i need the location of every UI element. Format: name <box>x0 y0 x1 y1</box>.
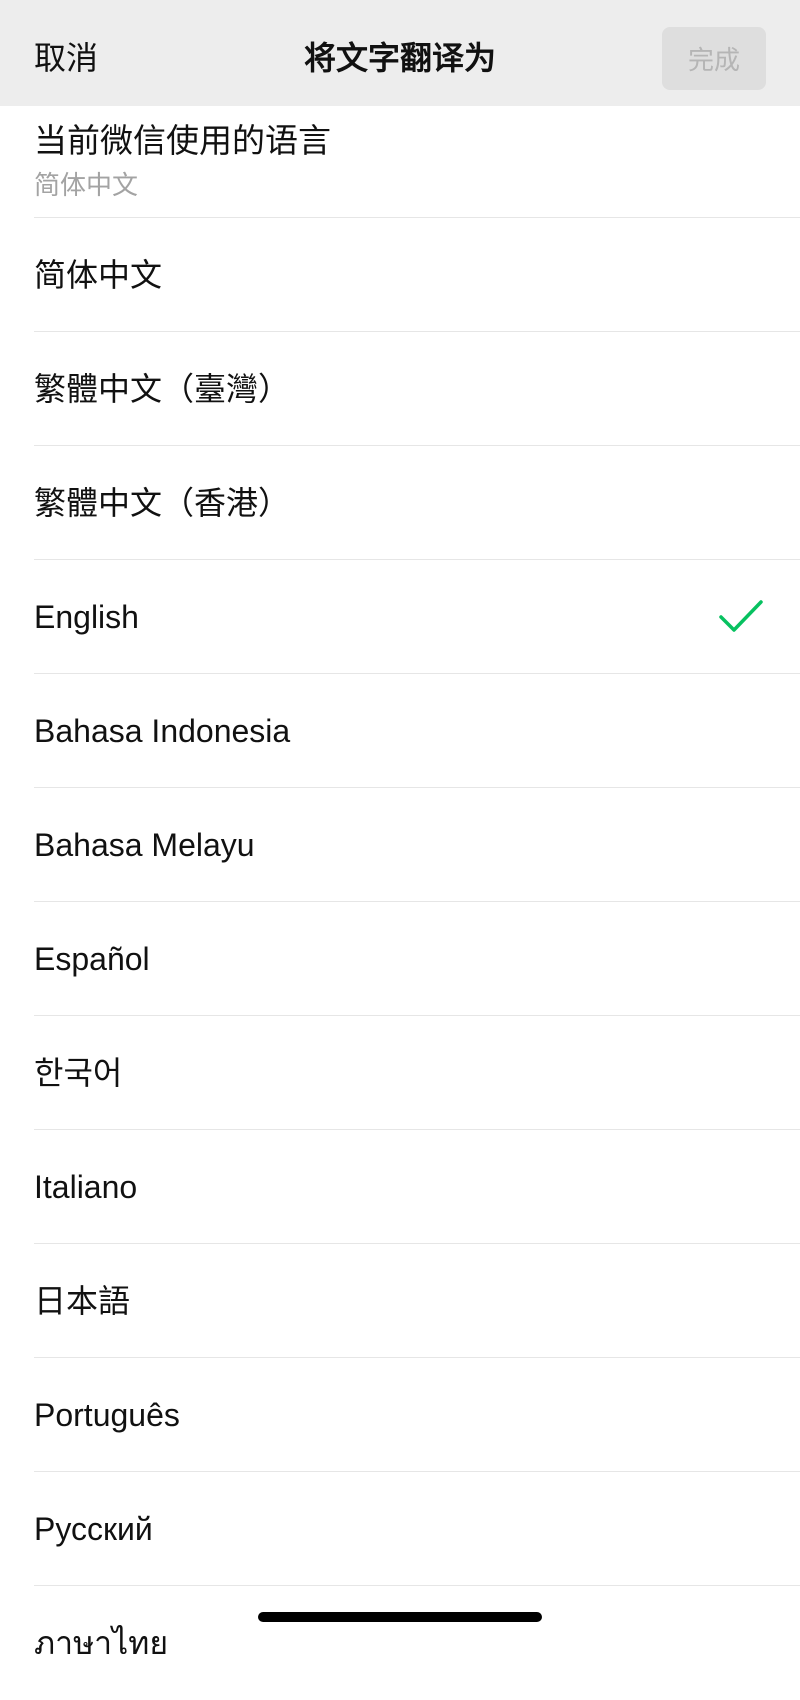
language-item-english[interactable]: English <box>0 560 800 674</box>
language-item-japanese[interactable]: 日本語 <box>0 1244 800 1358</box>
language-item-traditional-chinese-hongkong[interactable]: 繁體中文（香港） <box>0 446 800 560</box>
language-item-portuguese[interactable]: Português <box>0 1358 800 1472</box>
language-item-russian[interactable]: Русский <box>0 1472 800 1586</box>
language-label: Italiano <box>34 1169 138 1205</box>
language-label: Bahasa Indonesia <box>34 713 291 749</box>
language-label: English <box>34 599 139 635</box>
language-label: 한국어 <box>34 1055 123 1091</box>
done-button[interactable]: 完成 <box>662 27 766 90</box>
checkmark-icon <box>719 600 763 632</box>
language-item-thai[interactable]: ภาษาไทย <box>0 1586 800 1700</box>
language-item-simplified-chinese[interactable]: 简体中文 <box>0 218 800 332</box>
language-list: 简体中文 繁體中文（臺灣） 繁體中文（香港） English Bahasa In… <box>0 218 800 1700</box>
language-item-indonesian[interactable]: Bahasa Indonesia <box>0 674 800 788</box>
language-label: 日本語 <box>34 1283 131 1319</box>
language-label: 简体中文 <box>34 257 163 293</box>
current-language-label: 当前微信使用的语言 <box>34 122 331 159</box>
language-label: Español <box>34 941 150 977</box>
language-item-spanish[interactable]: Español <box>0 902 800 1016</box>
home-indicator[interactable] <box>258 1612 542 1622</box>
language-label: 繁體中文（香港） <box>34 485 291 521</box>
language-item-malay[interactable]: Bahasa Melayu <box>0 788 800 902</box>
current-wechat-language[interactable]: 当前微信使用的语言 简体中文 <box>0 106 800 218</box>
language-label: Português <box>34 1397 180 1433</box>
language-item-italian[interactable]: Italiano <box>0 1130 800 1244</box>
navigation-bar: 取消 将文字翻译为 完成 <box>0 0 800 106</box>
current-language-value: 简体中文 <box>34 170 139 200</box>
language-item-korean[interactable]: 한국어 <box>0 1016 800 1130</box>
language-label: 繁體中文（臺灣） <box>34 371 291 407</box>
language-label: ภาษาไทย <box>34 1625 169 1661</box>
language-label: Bahasa Melayu <box>34 827 255 863</box>
language-label: Русский <box>34 1511 153 1547</box>
language-item-traditional-chinese-taiwan[interactable]: 繁體中文（臺灣） <box>0 332 800 446</box>
